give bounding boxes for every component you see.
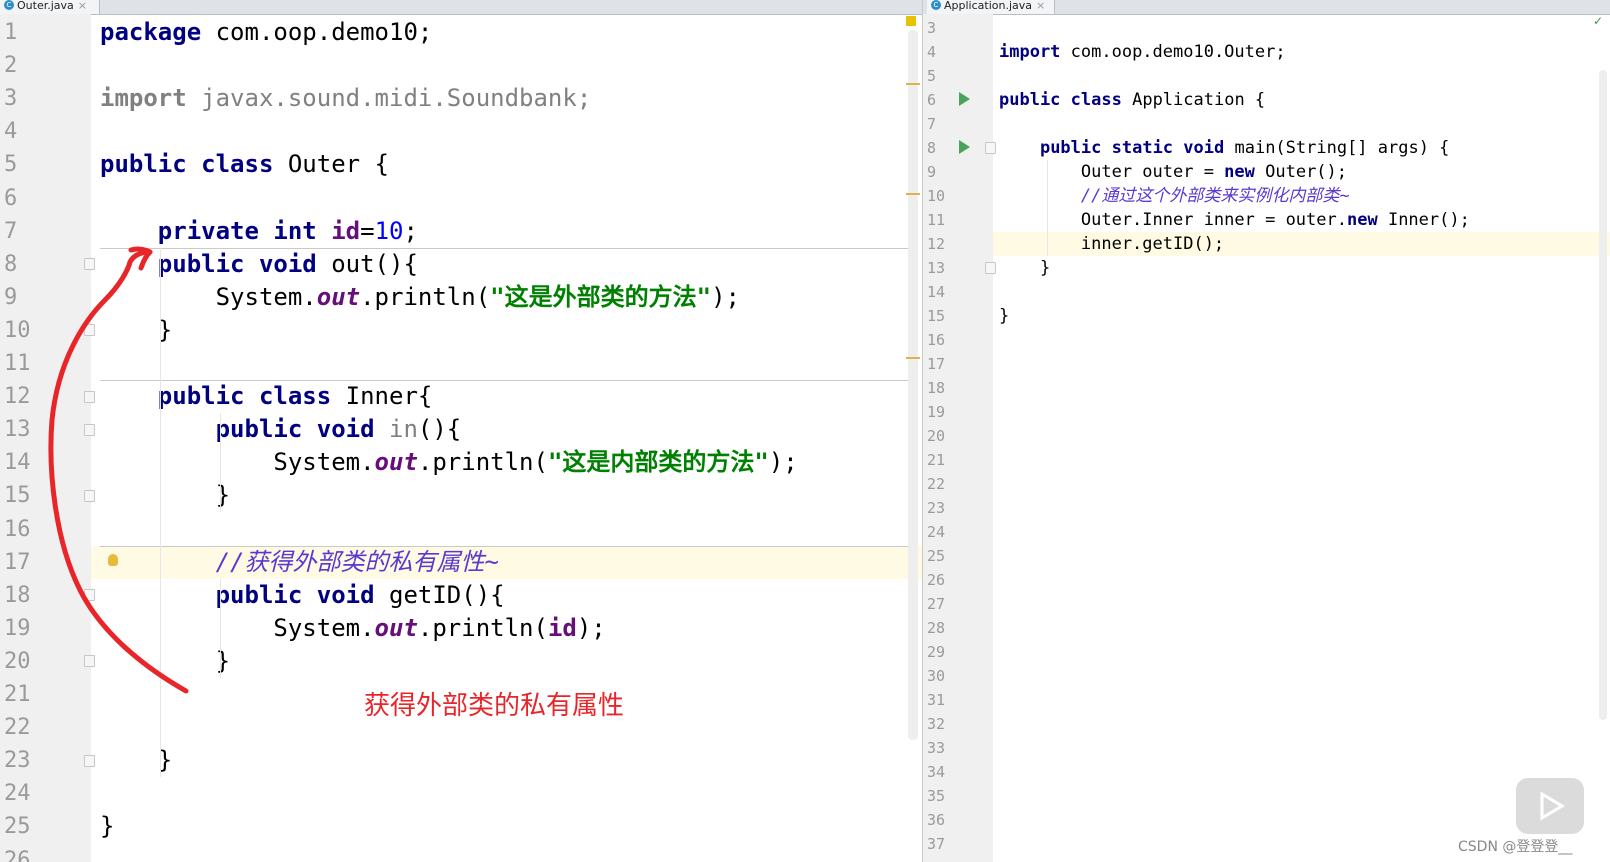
code-line: } [999,256,1050,280]
check-icon: ✓ [1593,14,1604,28]
code-token: Outer outer = [999,162,1225,182]
line-number: 27 [927,595,946,613]
code-token: new [1347,210,1378,230]
fold-marker-icon[interactable] [985,262,996,274]
code-token: inner.getID(); [999,234,1225,254]
line-number: 13 [927,259,946,277]
line-number: 11 [927,211,946,229]
line-number: 17 [927,355,946,373]
code-token: public [1039,138,1102,158]
code-token: Application { [1121,90,1266,110]
line-number: 12 [927,235,946,253]
application-java-editor[interactable]: C Application.java × import com.oop.demo10… [922,0,1610,862]
line-number: 37 [927,835,946,853]
line-number: 7 [927,115,937,133]
code-token: } [999,258,1051,278]
code-token: class [1070,90,1122,110]
line-number: 16 [927,331,946,349]
close-tab-icon[interactable]: × [1036,0,1045,12]
line-number: 21 [927,451,946,469]
line-number: 34 [927,763,946,781]
code-token: main(String[] args) { [1224,138,1450,158]
line-number: 4 [927,43,937,61]
code-token: com.oop.demo10.Outer; [1060,42,1286,62]
line-number: 36 [927,811,946,829]
line-number: 23 [927,499,946,517]
line-number: 20 [927,427,946,445]
code-token: new [1224,162,1255,182]
line-number: 33 [927,739,946,757]
code-line: Outer.Inner inner = outer.new Inner(); [999,208,1470,232]
code-line: import com.oop.demo10.Outer; [999,40,1286,64]
line-number: 22 [927,475,946,493]
code-token: static [1111,138,1174,158]
line-number: 26 [927,571,946,589]
line-number: 25 [927,547,946,565]
line-number: 29 [927,643,946,661]
line-number: 6 [927,91,937,109]
code-line: Outer outer = new Outer(); [999,160,1347,184]
code-line: } [999,304,1009,328]
play-icon[interactable] [1516,778,1584,834]
fold-marker-icon[interactable] [985,142,996,154]
line-number: 35 [927,787,946,805]
run-icon[interactable] [959,140,970,154]
code-token: Outer(); [1254,162,1348,182]
code-line: public static void main(String[] args) { [999,136,1449,160]
tab-application-java[interactable]: C Application.java × [927,0,1055,14]
line-number: 9 [927,163,937,181]
line-number: 5 [927,67,937,85]
red-arrow-annotation [48,246,189,694]
annotation-text: 获得外部类的私有属性 [364,691,625,721]
line-number: 32 [927,715,946,733]
code-token: Outer.Inner inner = outer. [999,210,1347,230]
vertical-scrollbar[interactable] [1599,70,1607,720]
line-number: 10 [927,187,946,205]
code-line: //通过这个外部类来实例化内部类~ [999,184,1350,208]
java-class-icon: C [931,0,941,10]
code-token: import [999,42,1061,62]
line-number: 31 [927,691,946,709]
line-number: 18 [927,379,946,397]
line-number: 3 [927,19,937,37]
tab-label: Application.java [944,0,1033,12]
code-token: Inner(); [1377,210,1470,230]
line-number: 19 [927,403,946,421]
line-number: 30 [927,667,946,685]
line-number: 28 [927,619,946,637]
run-icon[interactable] [959,92,970,106]
code-token: } [999,306,1010,326]
line-number: 14 [927,283,946,301]
code-line: inner.getID(); [999,232,1224,256]
line-number: 15 [927,307,946,325]
indent-guide [1047,160,1048,256]
code-token: void [1183,138,1225,158]
watermark: CSDN @登登登__ [1458,839,1573,855]
code-line: public class Application { [999,88,1265,112]
line-number: 8 [927,139,937,157]
right-tab-bar: C Application.java × [923,0,1610,15]
code-token: //通过这个外部类来实例化内部类~ [1080,186,1350,206]
line-number: 24 [927,523,946,541]
code-token: public [999,90,1061,110]
